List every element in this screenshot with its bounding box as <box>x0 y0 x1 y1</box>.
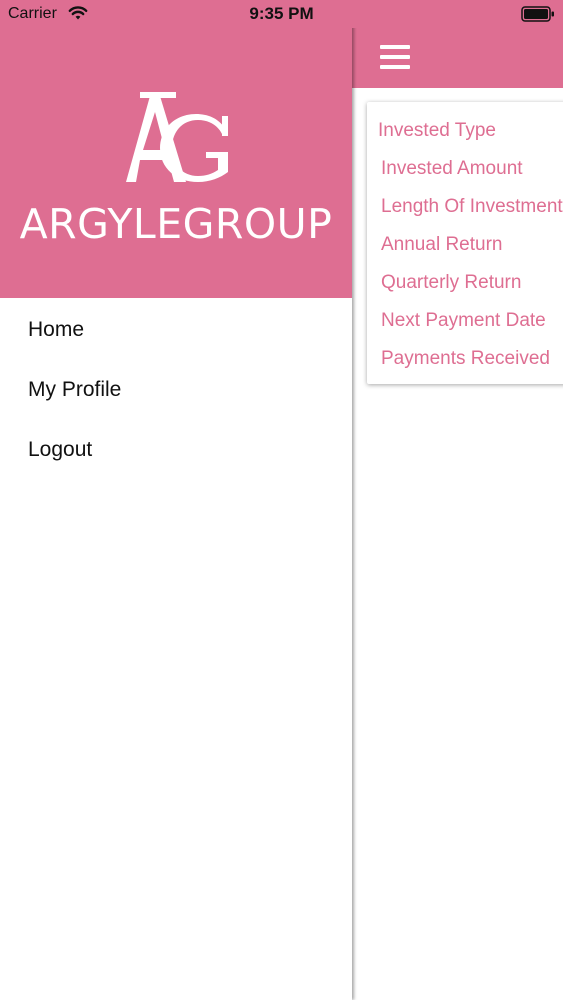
drawer-menu: Home My Profile Logout <box>0 300 352 480</box>
main-header-bar <box>352 28 563 88</box>
hamburger-icon[interactable] <box>380 45 412 71</box>
menu-item-my-profile[interactable]: My Profile <box>0 360 352 420</box>
card-row-payments-received: Payments Received <box>381 348 550 369</box>
card-row-quarterly-return: Quarterly Return <box>381 272 522 293</box>
drawer-header: ARGYLEGROUP <box>0 28 352 298</box>
card-row-invested-type: Invested Type <box>378 120 496 141</box>
main-panel: Invested Type Invested Amount Length Of … <box>352 0 563 1000</box>
menu-item-logout[interactable]: Logout <box>0 420 352 480</box>
ag-monogram-icon <box>110 90 240 191</box>
card-row-invested-amount: Invested Amount <box>381 158 523 179</box>
brand-wordmark: ARGYLEGROUP <box>19 200 333 248</box>
app-screen: Carrier 9:35 PM Invested Type Invested A… <box>0 0 563 1000</box>
menu-item-home[interactable]: Home <box>0 300 352 360</box>
card-row-length-of-investment: Length Of Investment <box>381 196 563 217</box>
card-row-next-payment-date: Next Payment Date <box>381 310 546 331</box>
investment-info-card: Invested Type Invested Amount Length Of … <box>367 102 563 384</box>
side-drawer: ARGYLEGROUP Home My Profile Logout <box>0 0 352 1000</box>
status-bar: Carrier 9:35 PM <box>0 0 563 28</box>
clock: 9:35 PM <box>249 4 314 23</box>
card-row-annual-return: Annual Return <box>381 234 503 255</box>
battery-icon <box>521 6 555 27</box>
